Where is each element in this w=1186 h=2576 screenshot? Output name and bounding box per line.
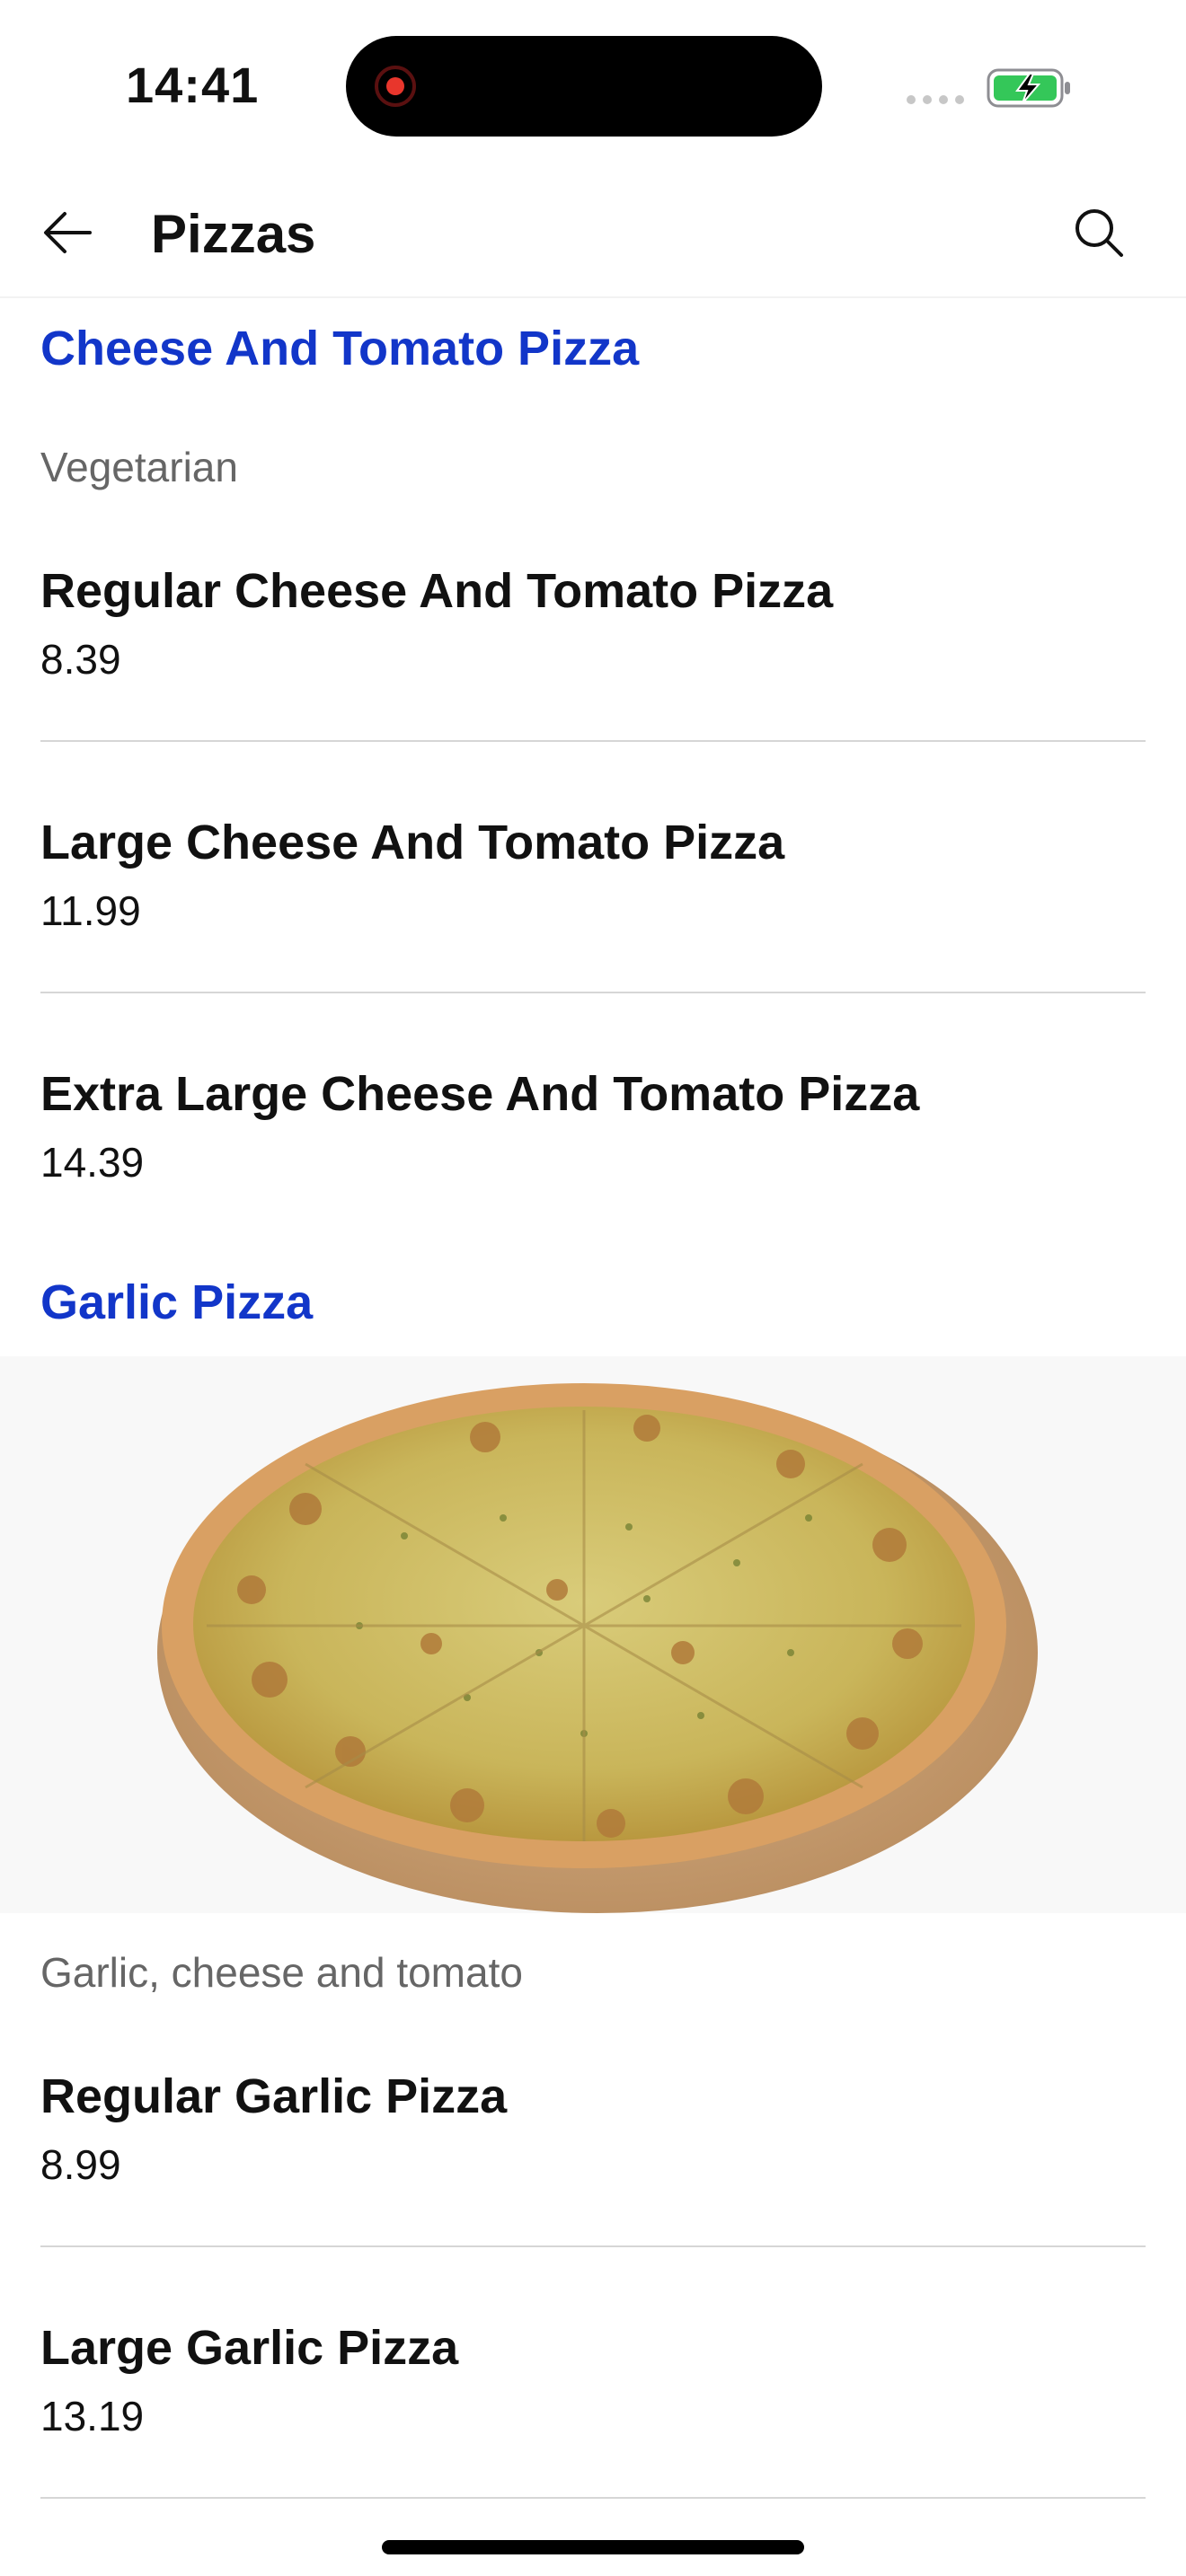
status-time: 14:41 [126, 57, 260, 113]
item-name: Regular Garlic Pizza [40, 2069, 508, 2123]
back-arrow-icon[interactable] [40, 205, 95, 260]
divider [40, 2245, 1146, 2247]
item-price: 13.19 [40, 2393, 145, 2439]
screen-recording-icon [375, 66, 416, 107]
section-description: Garlic, cheese and tomato [40, 1949, 523, 1996]
item-name: Regular Cheese And Tomato Pizza [40, 564, 834, 618]
home-indicator[interactable] [382, 2540, 804, 2554]
item-name: Large Cheese And Tomato Pizza [40, 816, 785, 869]
item-name: Large Garlic Pizza [40, 2321, 459, 2375]
section-description: Vegetarian [40, 444, 238, 490]
search-icon[interactable] [1069, 203, 1128, 262]
item-name: Extra Large Cheese And Tomato Pizza [40, 1067, 920, 1121]
page-title: Pizzas [151, 204, 316, 264]
menu-item-regular-garlic-pizza[interactable]: Regular Garlic Pizza 8.99 [40, 2068, 1146, 2192]
menu-item-large-cheese-and-tomato[interactable]: Large Cheese And Tomato Pizza 11.99 [40, 814, 1146, 938]
menu-item-extra-large-cheese-and-tomato[interactable]: Extra Large Cheese And Tomato Pizza 14.3… [40, 1065, 1146, 1189]
section-title-cheese-and-tomato: Cheese And Tomato Pizza [40, 322, 640, 375]
divider [40, 2497, 1146, 2499]
item-price: 8.39 [40, 636, 121, 683]
garlic-pizza-image [0, 1356, 1186, 1913]
dynamic-island [346, 36, 822, 137]
section-title-garlic-pizza: Garlic Pizza [40, 1275, 314, 1329]
battery-charging-icon [987, 68, 1070, 108]
status-bar: 14:41 [0, 0, 1186, 171]
app-header: Pizzas [0, 171, 1186, 298]
cellular-signal-icon [907, 95, 964, 104]
menu-item-large-garlic-pizza[interactable]: Large Garlic Pizza 13.19 [40, 2319, 1146, 2443]
item-price: 14.39 [40, 1139, 145, 1186]
menu-item-regular-cheese-and-tomato[interactable]: Regular Cheese And Tomato Pizza 8.39 [40, 562, 1146, 686]
item-price: 8.99 [40, 2141, 121, 2188]
divider [40, 740, 1146, 742]
item-price: 11.99 [40, 887, 141, 934]
divider [40, 992, 1146, 993]
